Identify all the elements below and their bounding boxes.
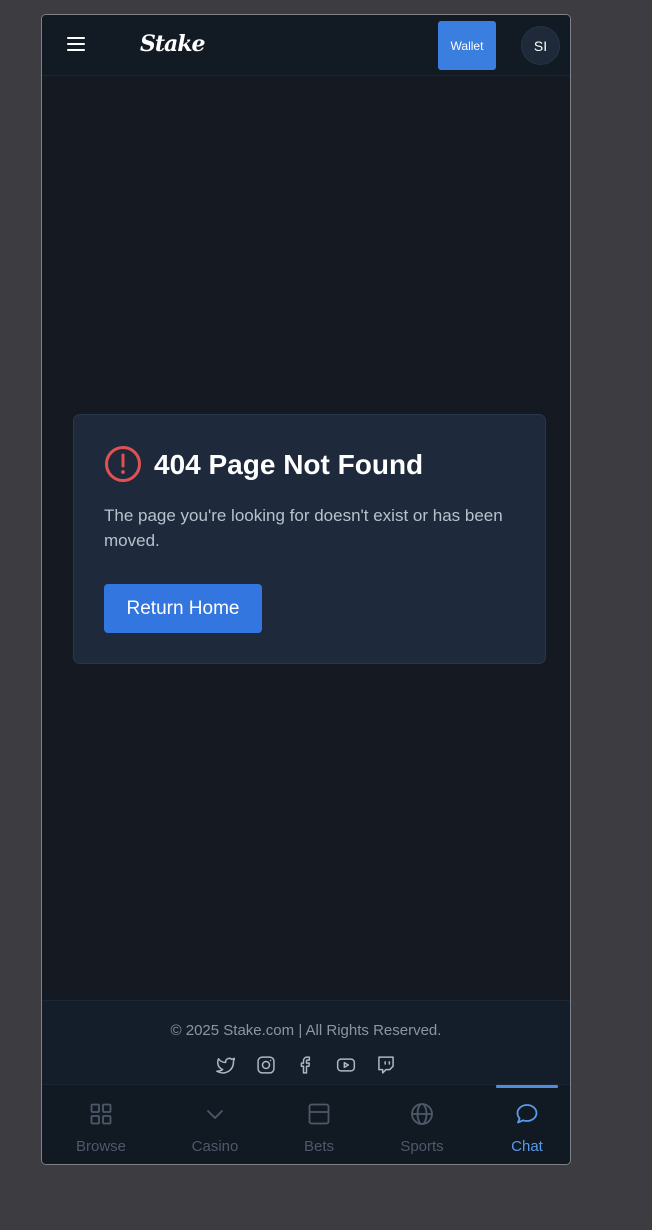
nav-bets[interactable]: Bets (279, 1085, 359, 1164)
nav-chat-label: Chat (511, 1138, 543, 1155)
error-card: 404 Page Not Found The page you're looki… (73, 414, 546, 664)
nav-sports[interactable]: Sports (382, 1085, 462, 1164)
social-links (42, 1055, 570, 1075)
copyright-text: © 2025 Stake.com | All Rights Reserved. (170, 1022, 442, 1039)
hamburger-menu-icon[interactable] (67, 37, 85, 53)
return-home-button[interactable]: Return Home (104, 584, 262, 633)
facebook-icon[interactable] (296, 1055, 316, 1075)
app-frame: Stake Wallet SI 404 Page Not Found The p… (41, 14, 571, 1165)
nav-browse-label: Browse (75, 1138, 127, 1155)
wallet-button[interactable]: Wallet (438, 21, 496, 70)
globe-icon (411, 1103, 433, 1125)
footer: © 2025 Stake.com | All Rights Reserved. (42, 1000, 570, 1084)
alert-circle-icon (105, 446, 141, 482)
nav-casino[interactable]: Casino (175, 1085, 255, 1164)
grid-icon (90, 1103, 112, 1125)
error-title: 404 Page Not Found (154, 449, 424, 480)
nav-bets-label: Bets (303, 1138, 334, 1155)
chevron-down-icon (207, 1110, 223, 1119)
instagram-icon[interactable] (256, 1055, 276, 1075)
top-bar: Stake Wallet SI (42, 15, 570, 76)
stake-logo[interactable]: Stake (140, 31, 206, 57)
bottom-nav: Browse Casino Bets Sports Chat (42, 1084, 570, 1164)
ticket-icon (308, 1103, 330, 1125)
twitch-icon[interactable] (376, 1055, 396, 1075)
chat-bubble-icon (516, 1104, 538, 1124)
twitter-icon[interactable] (216, 1055, 236, 1075)
user-avatar[interactable]: SI (521, 26, 560, 65)
error-message: The page you're looking for doesn't exis… (104, 506, 503, 550)
nav-casino-label: Casino (191, 1138, 239, 1155)
youtube-icon[interactable] (336, 1055, 356, 1075)
nav-sports-label: Sports (400, 1138, 444, 1155)
nav-browse[interactable]: Browse (61, 1085, 141, 1164)
nav-chat[interactable]: Chat (487, 1085, 567, 1164)
